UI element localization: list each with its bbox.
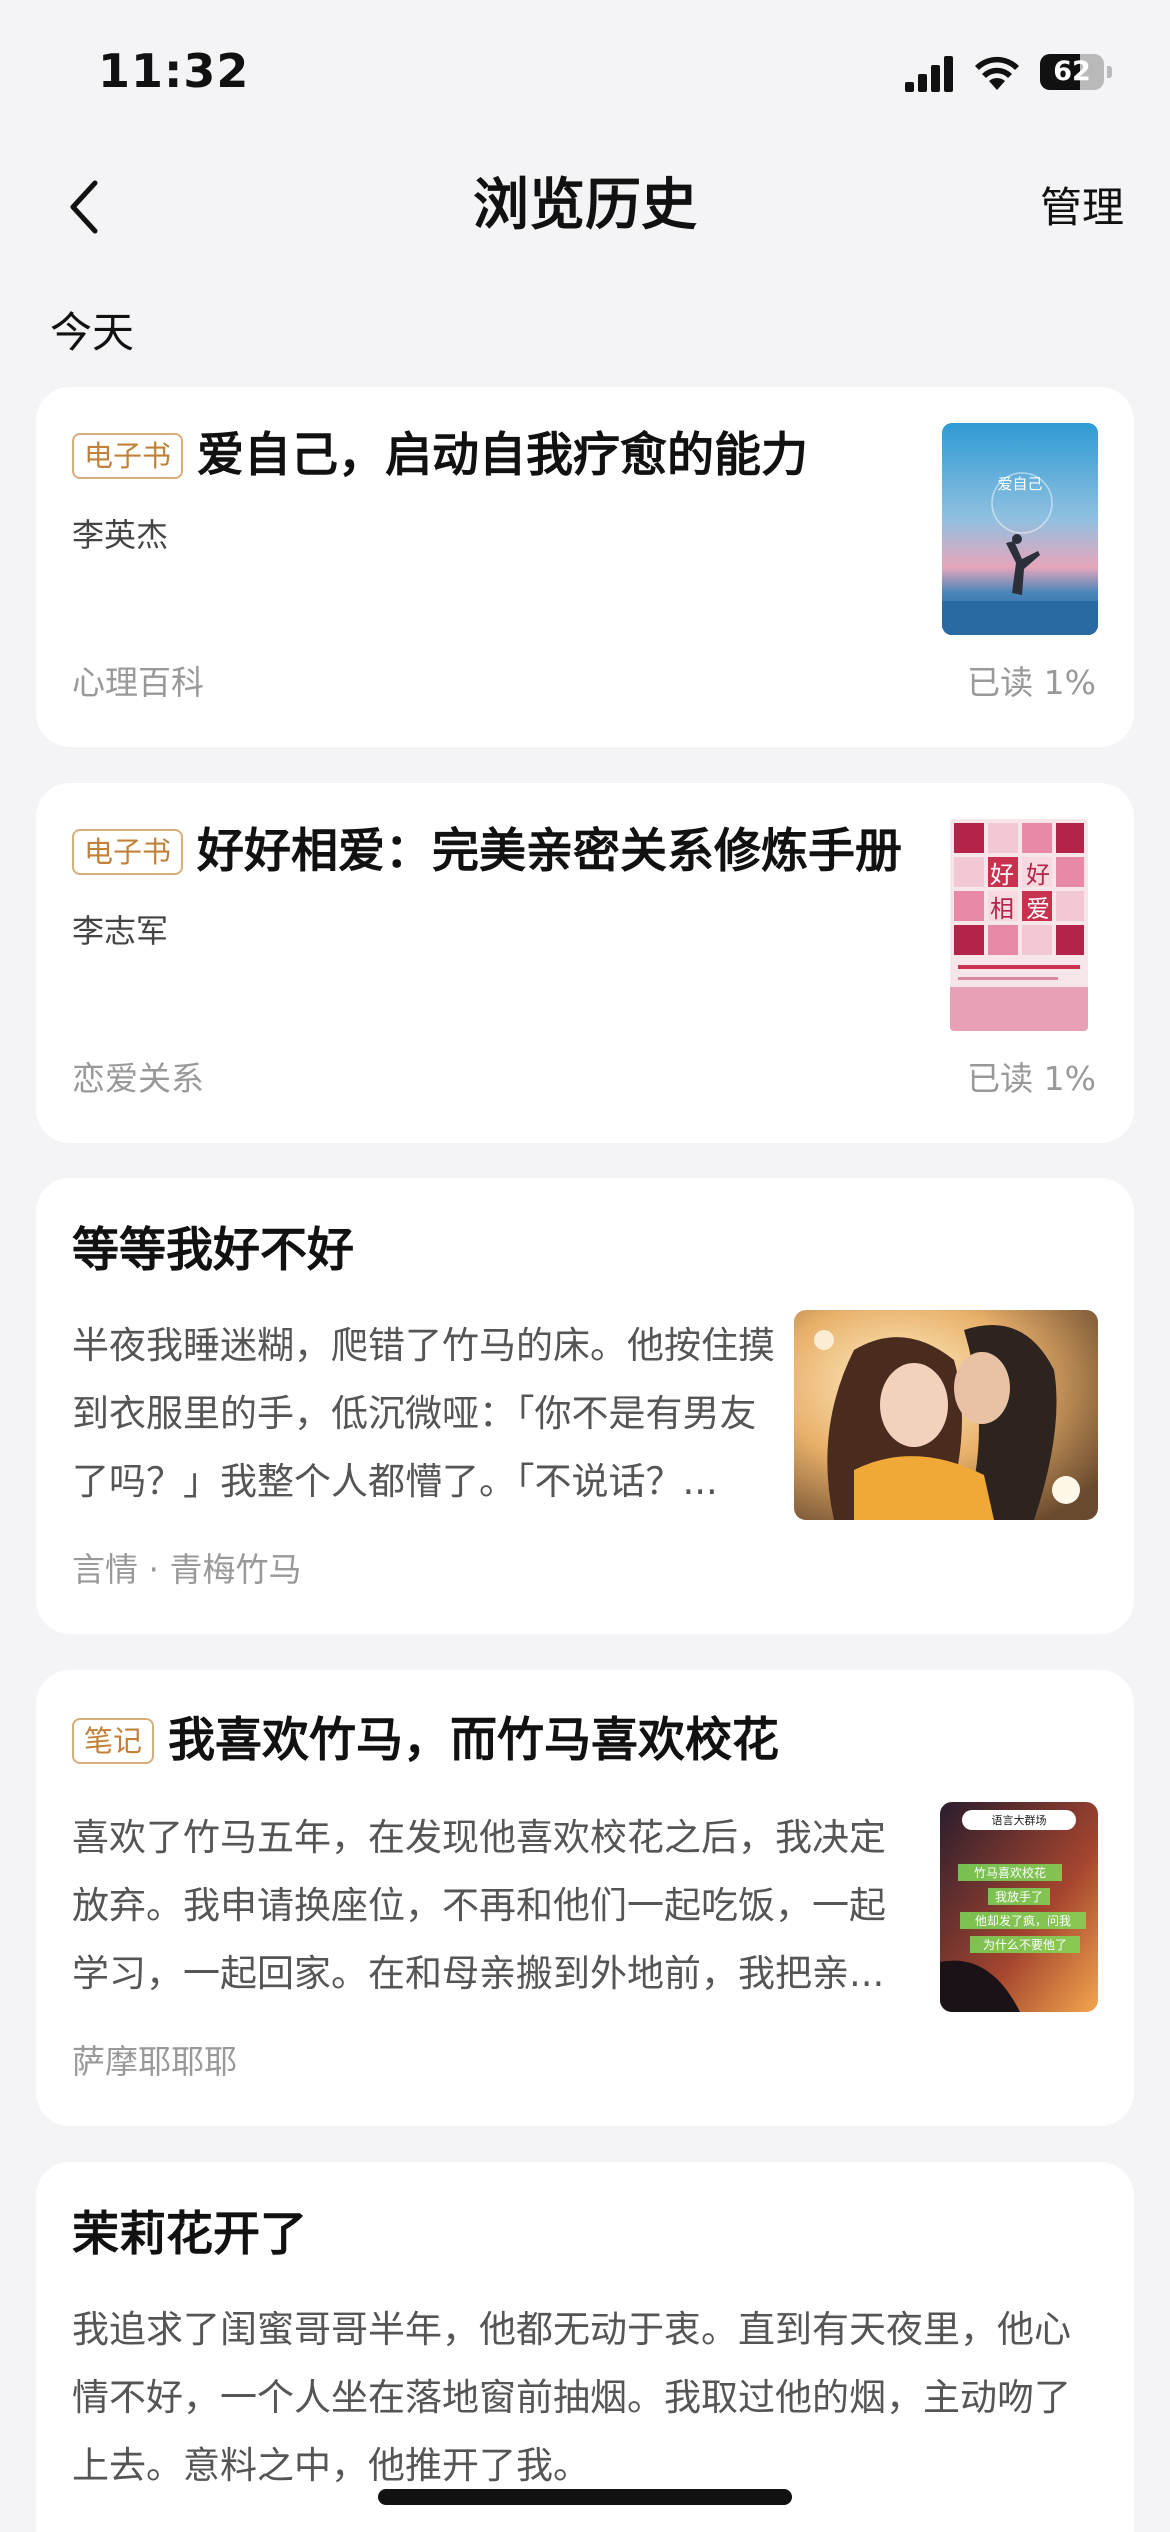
item-title: 等等我好不好 <box>72 1223 354 1278</box>
item-category: 言情 · 青梅竹马 <box>72 1550 302 1589</box>
home-indicator[interactable] <box>378 2489 792 2505</box>
item-title: 爱自己，启动自我疗愈的能力 <box>197 428 809 483</box>
item-snippet: 喜欢了竹马五年，在发现他喜欢校花之后，我决定放弃。我申请换座位，不再和他们一起吃… <box>72 1816 886 1995</box>
history-item-ebook[interactable]: 电子书 爱自己，启动自我疗愈的能力 李英杰 心理百科 已读 1% 爱自己 <box>36 387 1134 747</box>
status-time: 11:32 <box>98 44 250 98</box>
battery-percentage: 62 <box>1053 56 1091 87</box>
manage-button[interactable]: 管理 <box>1040 180 1124 236</box>
cover-char: 好 <box>990 861 1014 889</box>
wifi-icon <box>975 56 1019 90</box>
cover-line: 竹马喜欢校花 <box>974 1865 1046 1880</box>
ebook-tag: 电子书 <box>72 829 184 875</box>
cover-char: 相 <box>990 895 1014 923</box>
item-snippet: 我追求了闺蜜哥哥半年，他都无动于衷。直到有天夜里，他心情不好，一个人坐在落地窗前… <box>72 2308 1071 2487</box>
item-category: 恋爱关系 <box>72 1059 204 1098</box>
item-snippet: 半夜我睡迷糊，爬错了竹马的床。他按住摸到衣服里的手，低沉微哑：「你不是有男友了吗… <box>72 1324 775 1503</box>
cellular-signal-icon <box>905 56 953 92</box>
cover-line: 语言大群场 <box>992 1813 1047 1827</box>
note-tag: 笔记 <box>72 1718 155 1764</box>
item-category: 心理百科 <box>72 663 204 702</box>
section-label-today: 今天 <box>50 308 135 357</box>
status-bar: 11:32 62 <box>0 0 1170 140</box>
history-item-story[interactable]: 茉莉花开了 我追求了闺蜜哥哥半年，他都无动于衷。直到有天夜里，他心情不好，一个人… <box>36 2162 1134 2532</box>
history-item-note[interactable]: 笔记 我喜欢竹马，而竹马喜欢校花 喜欢了竹马五年，在发现他喜欢校花之后，我决定放… <box>36 1670 1134 2126</box>
item-author: 李英杰 <box>72 516 169 554</box>
navigation-bar: 浏览历史 管理 <box>0 150 1170 262</box>
cover-line: 为什么不要他了 <box>983 1938 1067 1952</box>
cover-line: 他却发了疯，问我 <box>975 1913 1071 1928</box>
ebook-tag: 电子书 <box>72 433 184 479</box>
book-cover: 爱自己 <box>942 423 1098 635</box>
book-cover: 好 好 相 爱 <box>950 819 1088 1031</box>
battery-indicator: 62 <box>1040 54 1112 90</box>
cover-title-text: 爱自己 <box>997 475 1042 493</box>
reading-progress: 已读 1% <box>967 663 1096 702</box>
page-title: 浏览历史 <box>473 173 697 238</box>
item-title: 我喜欢竹马，而竹马喜欢校花 <box>168 1713 780 1768</box>
cover-char: 爱 <box>1026 895 1050 923</box>
item-title: 茉莉花开了 <box>72 2207 307 2262</box>
reading-progress: 已读 1% <box>967 1059 1096 1098</box>
note-cover-image: 语言大群场 竹马喜欢校花 我放手了 他却发了疯，问我 为什么不要他了 <box>940 1802 1098 2012</box>
history-item-ebook[interactable]: 电子书 好好相爱：完美亲密关系修炼手册 李志军 恋爱关系 已读 1% 好 好 相… <box>36 783 1134 1143</box>
story-cover-image <box>794 1310 1098 1520</box>
cover-char: 好 <box>1026 861 1050 889</box>
cover-line: 我放手了 <box>995 1889 1043 1904</box>
item-title: 好好相爱：完美亲密关系修炼手册 <box>197 824 903 879</box>
item-author: 李志军 <box>72 912 169 950</box>
item-author: 萨摩耶耶耶 <box>72 2042 237 2081</box>
history-item-story[interactable]: 等等我好不好 半夜我睡迷糊，爬错了竹马的床。他按住摸到衣服里的手，低沉微哑：「你… <box>36 1178 1134 1634</box>
